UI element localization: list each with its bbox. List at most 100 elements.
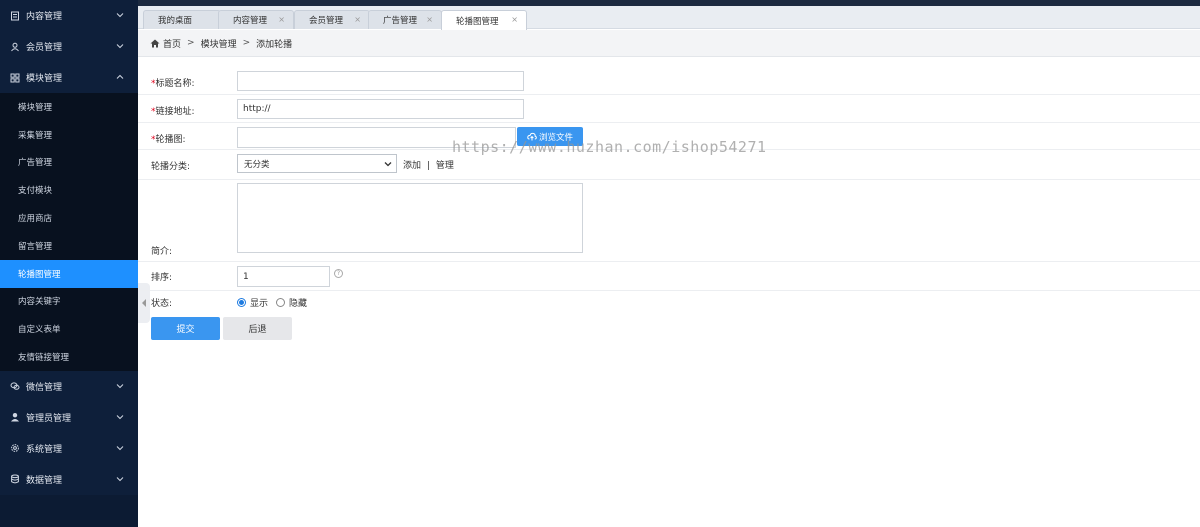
database-icon [10,474,20,484]
chevron-down-icon [116,13,124,18]
breadcrumb-current: 添加轮播 [256,39,293,50]
close-icon[interactable]: × [426,15,433,24]
category-select[interactable]: 无分类 [237,154,397,173]
tab-label: 广告管理 [383,16,418,26]
tab-members[interactable]: 会员管理 × [294,10,370,29]
admin-icon [10,412,20,422]
breadcrumb-home[interactable]: 首页 [163,37,181,50]
sidebar-group-system[interactable]: 系统管理 [0,432,138,464]
chevron-down-icon [384,162,392,167]
sidebar-group-members[interactable]: 会员管理 [0,31,138,62]
add-carousel-form: *标题名称: *链接地址: http:// *轮播图: 浏览文件 轮播分类: 无… [138,58,1200,340]
tab-label: 我的桌面 [158,16,193,26]
order-input[interactable]: 1 [237,266,330,287]
sidebar-group-label: 内容管理 [26,12,63,22]
intro-label: 简介: [151,247,173,257]
form-row-image: *轮播图: 浏览文件 [138,123,1200,150]
sidebar-group-label: 管理员管理 [26,413,72,424]
breadcrumb-level1[interactable]: 模块管理 [201,37,237,50]
breadcrumb: 首页 > 模块管理 > 添加轮播 [138,30,1200,57]
chevron-down-icon [116,44,124,49]
sidebar-item-friend-links[interactable]: 友情链接管理 [0,343,138,371]
tab-desktop[interactable]: 我的桌面 [143,10,221,29]
tab-content[interactable]: 内容管理 × [218,10,294,29]
close-icon[interactable]: × [278,15,285,24]
sidebar-group-label: 微信管理 [26,382,63,393]
sidebar-item-ads[interactable]: 广告管理 [0,149,138,177]
category-selected-value: 无分类 [244,159,270,170]
add-category-link[interactable]: 添加 [403,161,421,171]
image-path-input[interactable] [237,127,516,148]
form-row-title: *标题名称: [138,58,1200,95]
tab-label: 内容管理 [233,16,268,26]
form-row-intro: 简介: [138,180,1200,262]
sidebar-group-content[interactable]: 内容管理 [0,0,138,31]
chevron-down-icon [116,446,124,451]
sidebar-item-payment[interactable]: 支付模块 [0,176,138,204]
grid-icon [10,73,20,83]
app-window: 内容管理 会员管理 模块管理 模块管理 采集管理 广告管理 支付模块 应用商店 … [0,0,1200,527]
wechat-icon [10,381,20,391]
sidebar-group-label: 数据管理 [26,475,63,486]
category-links: 添加 | 管理 [403,158,454,171]
browse-file-button[interactable]: 浏览文件 [517,127,583,146]
title-input[interactable] [237,71,524,91]
category-label: 轮播分类: [151,162,191,172]
title-label: *标题名称: [151,79,195,89]
sidebar-item-carousel[interactable]: 轮播图管理 [0,259,138,288]
link-label: *链接地址: [151,107,195,117]
tab-bar: 我的桌面 内容管理 × 会员管理 × 广告管理 × 轮播图管理 × [138,6,1200,30]
sidebar-item-module-manage[interactable]: 模块管理 [0,93,138,121]
link-divider: | [426,161,430,171]
sidebar-item-custom-form[interactable]: 自定义表单 [0,315,138,343]
sidebar-group-modules[interactable]: 模块管理 [0,62,138,93]
chevron-down-icon [116,415,124,420]
home-icon [150,39,160,47]
chevron-down-icon [116,384,124,389]
tab-label: 会员管理 [309,16,344,26]
status-hide-radio[interactable]: 隐藏 [276,296,307,309]
help-icon[interactable]: ? [334,269,343,278]
sidebar-submenu-modules: 模块管理 采集管理 广告管理 支付模块 应用商店 留言管理 轮播图管理 内容关键… [0,93,138,371]
upload-cloud-icon [527,132,537,141]
tab-label: 轮播图管理 [456,16,499,27]
sidebar-group-label: 会员管理 [26,43,63,53]
status-label: 状态: [151,299,173,309]
form-row-category: 轮播分类: 无分类 添加 | 管理 [138,150,1200,180]
gear-icon [10,443,20,453]
sidebar-item-keywords[interactable]: 内容关键字 [0,288,138,316]
breadcrumb-separator: > [242,38,251,48]
sidebar-group-admins[interactable]: 管理员管理 [0,401,138,433]
back-button[interactable]: 后退 [223,317,292,340]
image-label: *轮播图: [151,135,186,145]
radio-checked-icon [237,298,246,307]
manage-category-link[interactable]: 管理 [436,161,454,171]
sidebar-item-collect[interactable]: 采集管理 [0,121,138,149]
form-row-link: *链接地址: http:// [138,95,1200,123]
link-input[interactable]: http:// [237,99,524,119]
browse-file-label: 浏览文件 [538,132,573,143]
sidebar-group-label: 系统管理 [26,444,63,455]
sidebar-group-label: 模块管理 [26,74,63,84]
sidebar-item-app-store[interactable]: 应用商店 [0,204,138,232]
form-row-status: 状态: 显示 隐藏 [138,291,1200,313]
sidebar: 内容管理 会员管理 模块管理 模块管理 采集管理 广告管理 支付模块 应用商店 … [0,0,138,527]
tab-carousel[interactable]: 轮播图管理 × [441,10,527,30]
sidebar-group-wechat[interactable]: 微信管理 [0,370,138,402]
status-show-radio[interactable]: 显示 [237,296,268,309]
status-radio-group: 显示 隐藏 [237,296,315,309]
status-hide-label: 隐藏 [289,299,308,309]
tab-ads[interactable]: 广告管理 × [368,10,442,29]
intro-textarea[interactable] [237,183,583,253]
breadcrumb-separator: > [187,38,195,48]
close-icon[interactable]: × [354,15,361,24]
sidebar-group-data[interactable]: 数据管理 [0,463,138,495]
sidebar-item-messages[interactable]: 留言管理 [0,232,138,260]
submit-button[interactable]: 提交 [151,317,220,340]
status-show-label: 显示 [250,299,269,309]
chevron-up-icon [116,74,124,79]
form-row-order: 排序: 1 ? [138,262,1200,291]
user-icon [10,42,20,52]
close-icon[interactable]: × [511,15,518,24]
document-icon [10,11,20,21]
